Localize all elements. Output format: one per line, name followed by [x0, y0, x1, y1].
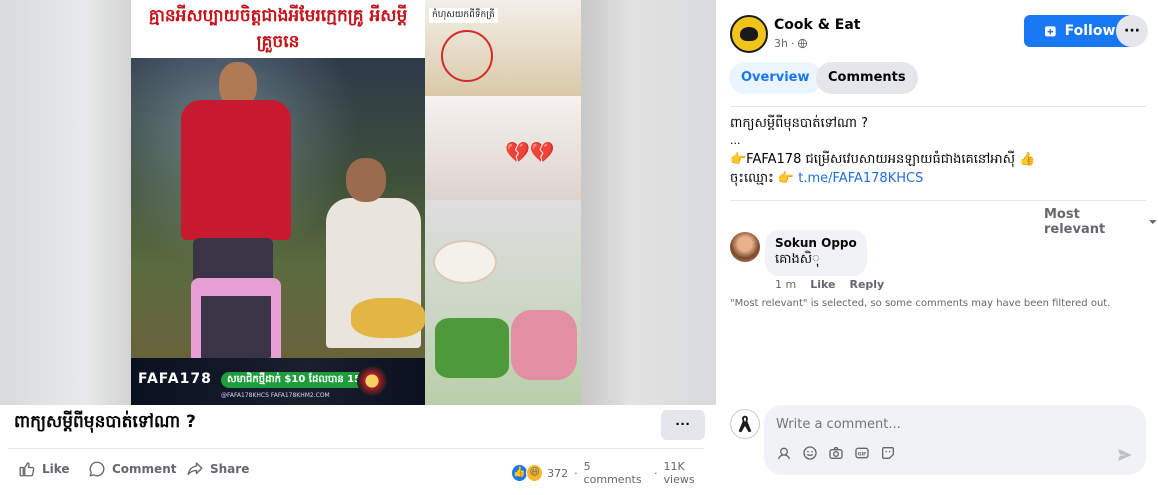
- comment-reply-button[interactable]: Reply: [849, 278, 884, 291]
- comment-bubble-icon: [89, 461, 105, 477]
- comment-text: គោងសិុ: [775, 252, 820, 267]
- post-body-line: ...: [730, 134, 741, 147]
- separator-dot: ·: [790, 37, 795, 50]
- ad-banner: FAFA178 សមាជិកថ្មីដាក់ $10 ដែលបាន 15$ @F…: [131, 358, 425, 405]
- ad-links: @FAFA178KHCS FAFA178KHM2.COM: [221, 392, 330, 399]
- video-frame: គ្មានអីសប្បាយចិត្តជាងអីមែរក្មេកគ្រូ អីសម…: [131, 0, 581, 405]
- divider: [730, 106, 1146, 107]
- tab-overview[interactable]: Overview: [729, 62, 822, 94]
- ad-promo: សមាជិកថ្មីដាក់ $10 ដែលបាន 15$: [221, 372, 375, 388]
- user-avatar: [730, 409, 760, 439]
- telegram-link[interactable]: t.me/FAFA178KHCS: [798, 171, 923, 186]
- follow-label: Follow: [1064, 23, 1116, 39]
- sticker-icon: [882, 447, 894, 459]
- man-figure-shirt: [181, 100, 291, 240]
- comment-button[interactable]: Comment: [88, 458, 176, 480]
- comment-count[interactable]: 5 comments: [584, 460, 648, 486]
- woman-figure-head: [346, 158, 386, 202]
- collage-label: កំហុសយកពីទឹកត្រី: [429, 8, 498, 23]
- avatar-sticker-icon: [778, 447, 790, 460]
- video-scene: FAFA178 សមាជិកថ្មីដាក់ $10 ដែលបាន 15$ @F…: [131, 58, 425, 405]
- thumbs-up-icon: [19, 462, 35, 477]
- page-name[interactable]: Cook & Eat: [774, 17, 860, 33]
- highlight-circle: [441, 30, 493, 82]
- camera-icon: [829, 447, 843, 459]
- page-avatar[interactable]: [730, 15, 768, 53]
- composer-toolbar: GIF: [776, 445, 896, 461]
- food-plate: [351, 298, 425, 338]
- sort-label: Most relevant: [1044, 207, 1106, 237]
- register-prefix: ចុះឈ្មោះ 👉: [730, 171, 799, 186]
- sticker-avatar-button[interactable]: [776, 445, 792, 461]
- share-arrow-icon: [187, 462, 203, 475]
- haha-reaction-icon: 😆: [526, 464, 544, 482]
- food-bowl: [433, 240, 497, 284]
- vegetables: [435, 318, 509, 378]
- divider: [730, 200, 1146, 201]
- post-title: ពាក្យសម្តីពីមុនបាត់ទៅណា ?: [14, 412, 196, 432]
- share-button[interactable]: Share: [186, 458, 249, 480]
- chef-hat-icon: [740, 27, 758, 41]
- more-options-button[interactable]: ···: [661, 410, 705, 440]
- video-player[interactable]: គ្មានអីសប្បាយចិត្តជាងអីមែរក្មេកគ្រូ អីសម…: [0, 0, 716, 405]
- post-time[interactable]: 3h: [774, 37, 788, 50]
- comment-like-button[interactable]: Like: [810, 278, 835, 291]
- ribbon-icon: [738, 415, 752, 433]
- avatar[interactable]: [730, 232, 760, 262]
- gif-icon: GIF: [855, 447, 869, 459]
- view-count: 11K views: [663, 460, 695, 486]
- video-collage: កំហុសយកពីទឹកត្រី 💔💔: [425, 0, 581, 405]
- tab-comments[interactable]: Comments: [816, 62, 918, 94]
- caret-down-icon: [1149, 220, 1158, 224]
- video-overlay-title: គ្មានអីសប្បាយចិត្តជាងអីមែរក្មេកគ្រូ អីសម…: [131, 0, 425, 58]
- post-body-line: ចុះឈ្មោះ 👉 t.me/FAFA178KHCS: [730, 170, 923, 189]
- camera-button[interactable]: [828, 445, 844, 461]
- like-label: Like: [42, 462, 70, 476]
- broken-heart-icon: 💔💔: [505, 140, 555, 164]
- comment-input[interactable]: [774, 413, 1078, 435]
- comment-bubble: Sokun Oppo គោងសិុ: [765, 230, 867, 276]
- follow-plus-icon: [1044, 26, 1056, 37]
- video-panel: គ្មានអីសប្បាយចិត្តជាងអីមែរក្មេកគ្រូ អីសម…: [0, 0, 717, 495]
- svg-text:GIF: GIF: [858, 451, 867, 457]
- comment-actions: 1 m Like Reply: [775, 278, 884, 291]
- post-details-panel: Cook & Eat 3h · Follow ··· Overview Comm…: [716, 0, 1158, 495]
- like-reaction-icon: 👍: [512, 465, 528, 481]
- ad-brand: FAFA178: [138, 371, 212, 387]
- post-body-line: 👉FAFA178 ជម្រើសវេបសាយអនឡាយធំជាងគេនៅអាស៊ី…: [730, 152, 1036, 167]
- pink-basket: [511, 310, 577, 380]
- post-body-line: ពាក្យសម្តីពីមុនបាត់ទៅណា ?: [730, 116, 869, 131]
- reaction-count[interactable]: 372: [547, 467, 568, 480]
- collage-tile-couple: 💔💔: [425, 96, 581, 200]
- comment-composer: GIF: [764, 405, 1146, 475]
- collage-tile-ring: កំហុសយកពីទឹកត្រី: [425, 0, 581, 96]
- collage-tile-food: [425, 200, 581, 405]
- like-button[interactable]: Like: [18, 458, 70, 480]
- roulette-icon: [357, 366, 387, 396]
- page-menu-button[interactable]: ···: [1116, 15, 1148, 47]
- share-label: Share: [210, 462, 250, 476]
- commenter-name[interactable]: Sokun Oppo: [775, 236, 857, 250]
- comment-time[interactable]: 1 m: [775, 278, 796, 291]
- comment-label: Comment: [112, 462, 177, 476]
- filter-note: "Most relevant" is selected, so some com…: [730, 298, 1111, 309]
- separator-dot: ·: [574, 466, 578, 480]
- sticker-button[interactable]: [880, 445, 896, 461]
- separator-dot: ·: [654, 466, 658, 480]
- post-stats: 👍 😆 372 · 5 comments · 11K views: [512, 460, 716, 486]
- post-meta: 3h ·: [774, 37, 808, 50]
- emoji-icon: [803, 446, 817, 460]
- send-icon[interactable]: [1116, 446, 1134, 464]
- divider: [8, 448, 704, 449]
- gif-button[interactable]: GIF: [854, 445, 870, 461]
- comment-sort-dropdown[interactable]: Most relevant: [1044, 207, 1158, 237]
- globe-icon: [798, 38, 808, 49]
- emoji-button[interactable]: [802, 445, 818, 461]
